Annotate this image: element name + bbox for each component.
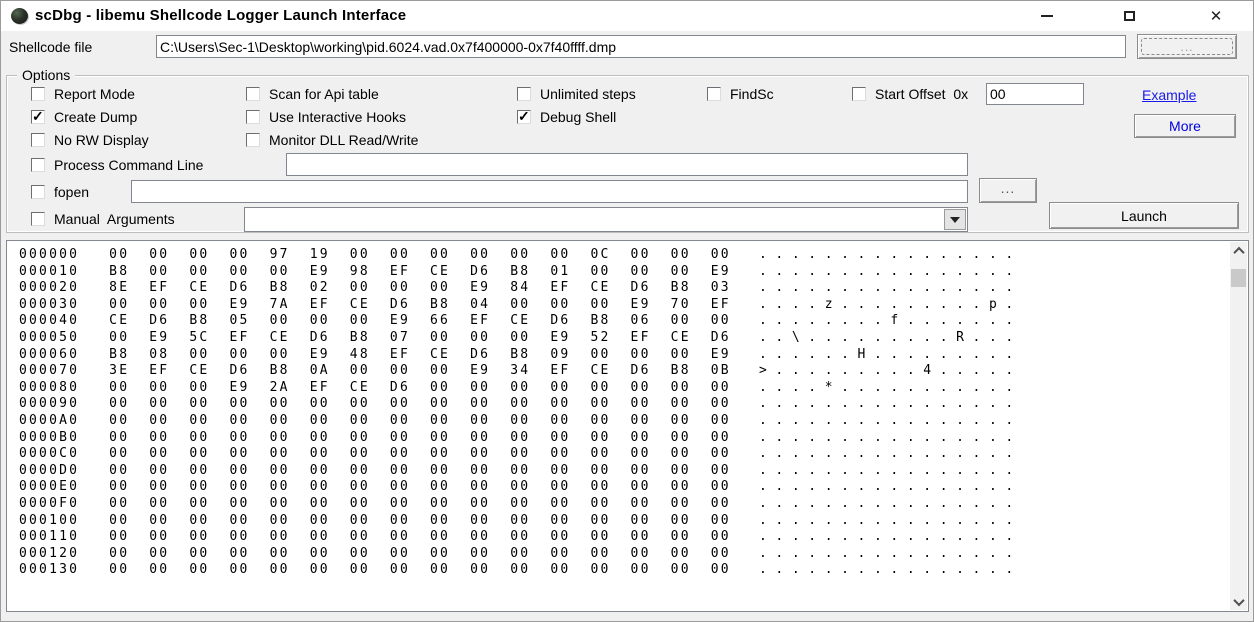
hex-row: 00005000 E9 5C EF CE D6 B8 07 00 00 00 E…	[19, 330, 1230, 347]
hex-row: 0000C000 00 00 00 00 00 00 00 00 00 00 0…	[19, 446, 1230, 463]
hexdump-rows: 00000000 00 00 00 97 19 00 00 00 00 00 0…	[8, 242, 1230, 610]
hex-row: 00013000 00 00 00 00 00 00 00 00 00 00 0…	[19, 562, 1230, 579]
shellcode-file-input[interactable]	[156, 35, 1126, 58]
scroll-up-button[interactable]	[1230, 242, 1247, 259]
monitor-dll-option: Monitor DLL Read/Write	[246, 132, 418, 148]
create-dump-label: Create Dump	[54, 109, 137, 125]
hex-row: 00008000 00 00 E9 2A EF CE D6 00 00 00 0…	[19, 380, 1230, 397]
shellcode-file-label: Shellcode file	[9, 39, 92, 55]
hex-row: 00011000 00 00 00 00 00 00 00 00 00 00 0…	[19, 529, 1230, 546]
scroll-down-button[interactable]	[1230, 593, 1247, 610]
fopen-checkbox[interactable]	[31, 185, 45, 199]
interactive-hooks-option: Use Interactive Hooks	[246, 109, 406, 125]
process-command-line-checkbox[interactable]	[31, 158, 45, 172]
report-mode-label: Report Mode	[54, 86, 135, 102]
scan-api-table-checkbox[interactable]	[246, 87, 260, 101]
hex-row: 00010000 00 00 00 00 00 00 00 00 00 00 0…	[19, 513, 1230, 530]
debug-shell-checkbox[interactable]	[517, 110, 531, 124]
hex-row: 000040CE D6 B8 05 00 00 00 E9 66 EF CE D…	[19, 313, 1230, 330]
debug-shell-label: Debug Shell	[540, 109, 616, 125]
process-command-line-input[interactable]	[286, 153, 968, 176]
more-button[interactable]: More	[1134, 114, 1236, 138]
report-mode-checkbox[interactable]	[31, 87, 45, 101]
scan-api-table-option: Scan for Api table	[246, 86, 379, 102]
hex-row: 00012000 00 00 00 00 00 00 00 00 00 00 0…	[19, 546, 1230, 563]
app-icon	[11, 8, 28, 24]
hex-row: 000060B8 08 00 00 00 E9 48 EF CE D6 B8 0…	[19, 347, 1230, 364]
hex-row: 0000703E EF CE D6 B8 0A 00 00 00 E9 34 E…	[19, 363, 1230, 380]
fopen-option: fopen	[31, 184, 89, 200]
no-rw-display-option: No RW Display	[31, 132, 149, 148]
app-window: scDbg - libemu Shellcode Logger Launch I…	[0, 0, 1254, 622]
minimize-icon	[1041, 15, 1053, 17]
manual-arguments-combobox[interactable]	[244, 207, 968, 232]
manual-arguments-option: Manual Arguments	[31, 211, 175, 227]
manual-arguments-label: Manual Arguments	[54, 211, 175, 227]
hex-row: 00009000 00 00 00 00 00 00 00 00 00 00 0…	[19, 396, 1230, 413]
options-group-title: Options	[17, 67, 75, 83]
findsc-label: FindSc	[730, 86, 774, 102]
interactive-hooks-label: Use Interactive Hooks	[269, 109, 406, 125]
fopen-input[interactable]	[131, 180, 968, 203]
hex-row: 0000E000 00 00 00 00 00 00 00 00 00 00 0…	[19, 479, 1230, 496]
monitor-dll-label: Monitor DLL Read/Write	[269, 132, 418, 148]
hex-row: 0000A000 00 00 00 00 00 00 00 00 00 00 0…	[19, 413, 1230, 430]
manual-arguments-checkbox[interactable]	[31, 212, 45, 226]
no-rw-display-label: No RW Display	[54, 132, 149, 148]
report-mode-option: Report Mode	[31, 86, 135, 102]
monitor-dll-checkbox[interactable]	[246, 133, 260, 147]
hex-row: 0000F000 00 00 00 00 00 00 00 00 00 00 0…	[19, 496, 1230, 513]
scrollbar-thumb[interactable]	[1231, 269, 1246, 287]
hex-row: 00003000 00 00 E9 7A EF CE D6 B8 04 00 0…	[19, 297, 1230, 314]
interactive-hooks-checkbox[interactable]	[246, 110, 260, 124]
start-offset-checkbox[interactable]	[852, 87, 866, 101]
close-icon: ✕	[1210, 9, 1223, 24]
start-offset-label: Start Offset 0x	[875, 86, 968, 102]
create-dump-checkbox[interactable]	[31, 110, 45, 124]
create-dump-option: Create Dump	[31, 109, 137, 125]
focus-rect: ...	[1141, 38, 1233, 55]
window-title: scDbg - libemu Shellcode Logger Launch I…	[35, 1, 406, 31]
hex-row: 00000000 00 00 00 97 19 00 00 00 00 00 0…	[19, 247, 1230, 264]
shellcode-browse-button[interactable]: ...	[1137, 34, 1237, 59]
combo-dropdown-button[interactable]	[944, 209, 966, 230]
process-command-line-label: Process Command Line	[54, 157, 203, 173]
chevron-up-icon	[1233, 246, 1244, 257]
close-button[interactable]: ✕	[1193, 1, 1239, 31]
debug-shell-option: Debug Shell	[517, 109, 616, 125]
scan-api-table-label: Scan for Api table	[269, 86, 379, 102]
hexdump-panel: 00000000 00 00 00 97 19 00 00 00 00 00 0…	[6, 240, 1249, 612]
no-rw-display-checkbox[interactable]	[31, 133, 45, 147]
process-command-line-option: Process Command Line	[31, 157, 203, 173]
hex-row: 0000B000 00 00 00 00 00 00 00 00 00 00 0…	[19, 430, 1230, 447]
start-offset-input[interactable]	[986, 83, 1084, 105]
hex-row: 000010B8 00 00 00 00 E9 98 EF CE D6 B8 0…	[19, 264, 1230, 281]
chevron-down-icon	[1233, 594, 1244, 605]
unlimited-steps-option: Unlimited steps	[517, 86, 636, 102]
maximize-icon	[1124, 11, 1135, 21]
fopen-browse-button[interactable]: ...	[979, 178, 1037, 203]
start-offset-option: Start Offset 0x	[852, 86, 968, 102]
hex-row: 0000D000 00 00 00 00 00 00 00 00 00 00 0…	[19, 463, 1230, 480]
hex-row: 0000208E EF CE D6 B8 02 00 00 00 E9 84 E…	[19, 280, 1230, 297]
vertical-scrollbar[interactable]	[1230, 242, 1247, 610]
findsc-option: FindSc	[707, 86, 774, 102]
maximize-button[interactable]	[1106, 1, 1152, 31]
unlimited-steps-label: Unlimited steps	[540, 86, 636, 102]
fopen-label: fopen	[54, 184, 89, 200]
example-link[interactable]: Example	[1142, 87, 1196, 103]
titlebar: scDbg - libemu Shellcode Logger Launch I…	[1, 1, 1253, 31]
unlimited-steps-checkbox[interactable]	[517, 87, 531, 101]
minimize-button[interactable]	[1024, 1, 1070, 31]
findsc-checkbox[interactable]	[707, 87, 721, 101]
launch-button[interactable]: Launch	[1049, 202, 1239, 229]
